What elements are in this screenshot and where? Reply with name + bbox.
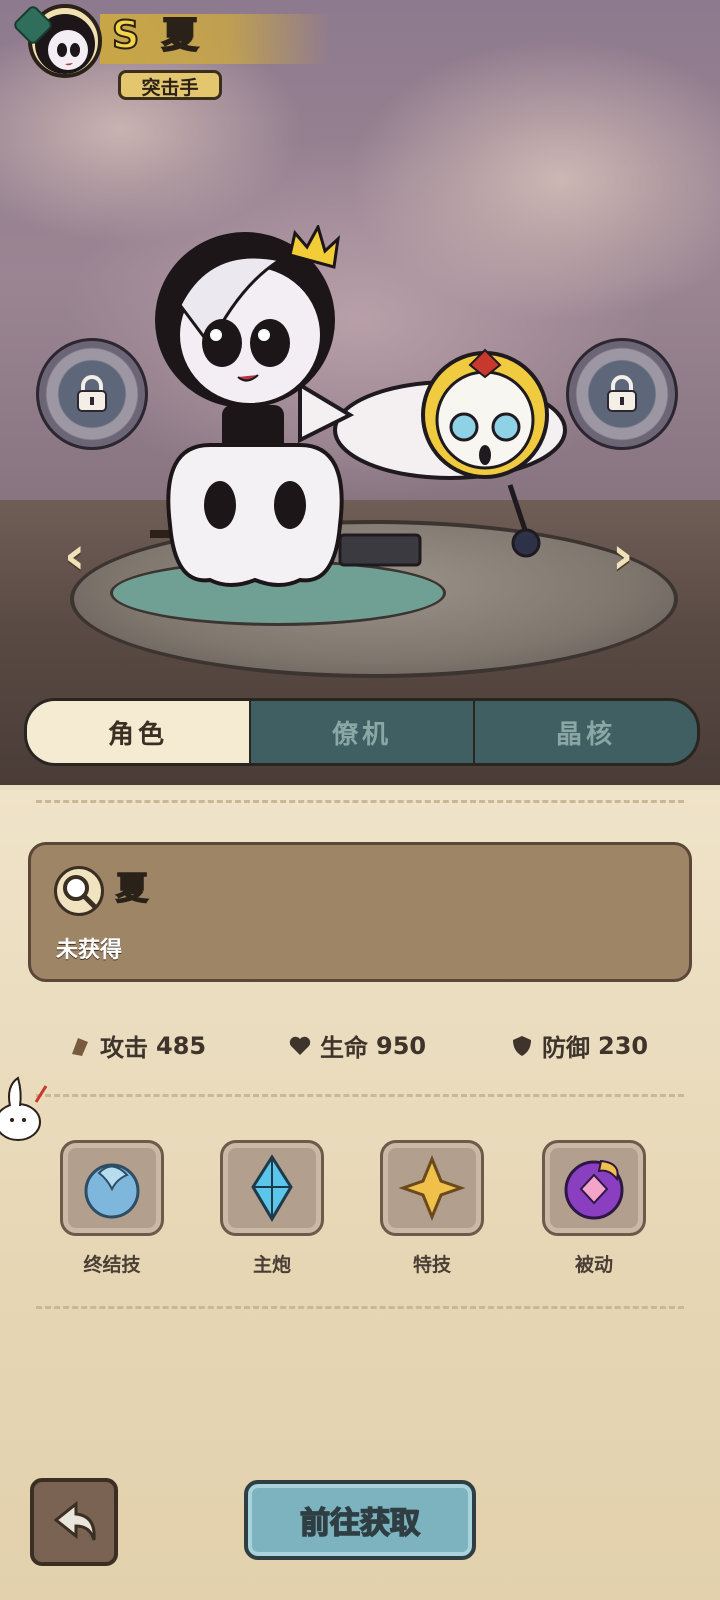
info-box xyxy=(28,842,692,982)
character-name: 夏 xyxy=(161,15,199,56)
stat-value: 950 xyxy=(376,1031,427,1060)
shield-icon xyxy=(513,1035,531,1056)
tab-wingman[interactable]: 僚机 xyxy=(249,701,473,763)
character-scene: ‹ › xyxy=(0,0,720,785)
tab-character[interactable]: 角色 xyxy=(27,701,249,763)
divider xyxy=(36,1094,684,1097)
next-character-arrow[interactable]: › xyxy=(612,530,633,582)
rank-letter: S xyxy=(111,13,140,57)
tab-crystal-core[interactable]: 晶核 xyxy=(473,701,697,763)
special-skill-icon xyxy=(398,1155,466,1221)
stat-attack: 攻击 485 xyxy=(68,1028,206,1063)
skill-label: 终结技 xyxy=(83,1254,141,1276)
passive-skill-icon xyxy=(564,1159,624,1220)
skill-label: 特技 xyxy=(412,1254,451,1276)
finisher-skill-icon xyxy=(84,1163,140,1219)
stat-label: 防御 xyxy=(542,1034,590,1062)
lock-icon xyxy=(77,375,107,412)
skill-special[interactable]: 特技 xyxy=(378,1140,486,1277)
attack-icon xyxy=(72,1037,88,1056)
skill-frame xyxy=(542,1140,646,1236)
divider xyxy=(36,1306,684,1309)
stat-defense: 防御 230 xyxy=(510,1028,648,1063)
acquisition-status: 未获得 xyxy=(56,938,123,963)
role-badge: 突击手 xyxy=(118,70,222,100)
skill-passive[interactable]: 被动 xyxy=(540,1140,648,1277)
go-obtain-button[interactable]: 前往获取 xyxy=(244,1480,476,1560)
info-character-name: 夏 xyxy=(115,869,149,907)
character-illustration xyxy=(150,225,567,587)
skill-main-cannon[interactable]: 主炮 xyxy=(218,1140,326,1277)
category-tabs: 角色 僚机 晶核 xyxy=(24,698,700,766)
locked-slot-left[interactable] xyxy=(36,338,148,450)
mascot-icon[interactable] xyxy=(0,1072,52,1142)
main-cannon-icon xyxy=(251,1154,293,1222)
magnifier-icon[interactable] xyxy=(54,866,104,916)
skill-frame xyxy=(380,1140,484,1236)
stat-label: 攻击 xyxy=(100,1034,148,1062)
prev-character-arrow[interactable]: ‹ xyxy=(64,530,85,582)
back-button[interactable] xyxy=(30,1478,118,1566)
divider xyxy=(36,800,684,803)
stat-health: 生命 950 xyxy=(288,1028,426,1063)
skill-label: 被动 xyxy=(574,1254,613,1276)
skill-finisher[interactable]: 终结技 xyxy=(58,1140,166,1277)
stat-value: 230 xyxy=(598,1031,649,1060)
skill-frame xyxy=(60,1140,164,1236)
skill-label: 主炮 xyxy=(252,1254,291,1276)
locked-slot-right[interactable] xyxy=(566,338,678,450)
heart-icon xyxy=(289,1036,311,1055)
stat-label: 生命 xyxy=(320,1034,368,1062)
lock-icon xyxy=(607,375,637,412)
stat-value: 485 xyxy=(156,1031,207,1060)
skill-frame xyxy=(220,1140,324,1236)
back-arrow-icon xyxy=(53,1500,96,1541)
